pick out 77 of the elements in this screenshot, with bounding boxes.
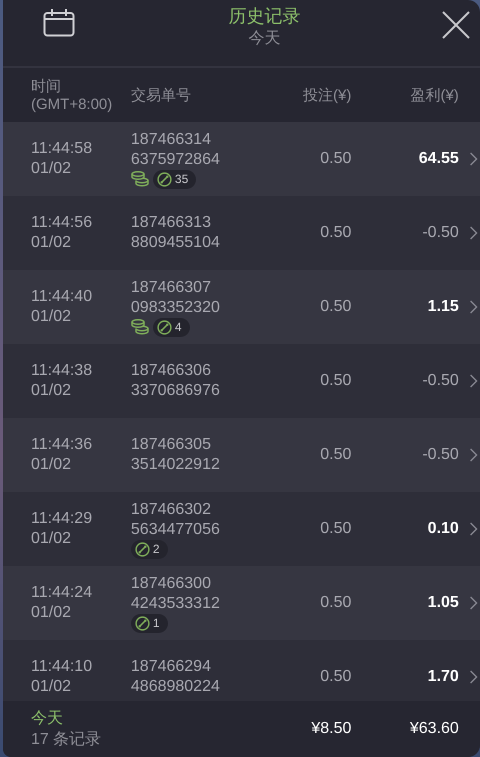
total-profit: ¥63.60	[408, 720, 459, 738]
column-header: 投注(¥)	[302, 86, 352, 104]
order-number: 187466294	[130, 657, 212, 677]
history-row[interactable]: 11:44:56 01/02 187466313 8809455104 0.50 -0.50	[3, 196, 480, 270]
column-header: (GMT+8:00)	[31, 96, 114, 113]
multiplier-badge: 35	[152, 170, 196, 188]
close-icon[interactable]	[442, 11, 470, 39]
dial-icon	[134, 616, 150, 630]
date-text: 01/02	[31, 233, 72, 253]
date-text: 01/02	[31, 529, 72, 549]
order-number: 4868980224	[130, 677, 221, 697]
date-text: 01/02	[31, 307, 72, 327]
order-number: 187466300	[130, 574, 212, 594]
bet-amount: 0.50	[319, 372, 352, 390]
date-text: 01/02	[31, 455, 72, 475]
profit-amount: 0.10	[426, 520, 459, 538]
history-row[interactable]: 11:44:58 01/02 187466314 6375972864 35 0.50 64.55	[3, 122, 480, 196]
bet-amount: 0.50	[319, 150, 352, 168]
profit-amount: 1.70	[426, 668, 459, 686]
time-text: 11:44:29	[31, 509, 94, 529]
date-text: 01/02	[31, 603, 72, 623]
period-label: 今天	[31, 709, 64, 729]
profit-amount: -0.50	[421, 224, 459, 242]
order-number: 187466307	[130, 278, 212, 298]
column-header: 时间	[31, 77, 62, 96]
order-number: 4243533312	[130, 594, 221, 614]
order-number: 3514022912	[130, 455, 221, 475]
record-count: 17 条记录	[31, 730, 102, 750]
profit-amount: 64.55	[418, 150, 459, 168]
date-text: 01/02	[31, 677, 72, 697]
history-row[interactable]: 11:44:40 01/02 187466307 0983352320 4 0.50 1.15	[3, 270, 480, 344]
history-row[interactable]: 11:44:36 01/02 187466305 3514022912 0.50 -0.50	[3, 418, 480, 492]
multiplier-badge: 1	[130, 614, 168, 632]
bet-amount: 0.50	[319, 446, 352, 464]
order-number: 8809455104	[130, 233, 221, 253]
time-text: 11:44:10	[31, 657, 94, 677]
order-number: 5634477056	[130, 520, 221, 540]
history-row[interactable]: 11:44:38 01/02 187466306 3370686976 0.50 -0.50	[3, 344, 480, 418]
bet-amount: 0.50	[319, 668, 352, 686]
order-number: 3370686976	[130, 381, 221, 401]
order-number: 0983352320	[130, 298, 221, 318]
dial-icon	[156, 320, 172, 334]
time-text: 11:44:38	[31, 361, 94, 381]
order-number: 187466302	[130, 500, 212, 520]
bet-amount: 0.50	[319, 298, 352, 316]
history-row[interactable]: 11:44:10 01/02 187466294 4868980224 0.50 1.70	[3, 640, 480, 701]
dial-icon	[134, 542, 150, 556]
bet-amount: 0.50	[319, 224, 352, 242]
date-filter-label: 今天	[248, 28, 280, 48]
bet-amount: 0.50	[319, 594, 352, 612]
window-title: 历史记录	[228, 4, 300, 28]
column-header: 交易单号	[130, 86, 192, 104]
order-number: 6375972864	[130, 150, 221, 170]
order-number: 187466313	[130, 213, 212, 233]
time-text: 11:44:24	[31, 583, 94, 603]
history-row[interactable]: 11:44:29 01/02 187466302 5634477056 2 0.50 0.10	[3, 492, 480, 566]
profit-amount: 1.15	[426, 298, 459, 316]
time-text: 11:44:58	[31, 139, 94, 159]
profit-amount: -0.50	[421, 372, 459, 390]
time-text: 11:44:56	[31, 213, 94, 233]
order-number: 187466314	[130, 130, 212, 150]
profit-amount: 1.05	[426, 594, 459, 612]
multiplier-badge: 4	[152, 318, 190, 336]
date-text: 01/02	[31, 159, 72, 179]
history-row[interactable]: 11:44:24 01/02 187466300 4243533312 1 0.50 1.05	[3, 566, 480, 640]
multiplier-badge: 2	[130, 540, 168, 558]
order-number: 187466305	[130, 435, 212, 455]
dial-icon	[156, 172, 172, 186]
time-text: 11:44:40	[31, 287, 94, 307]
profit-amount: -0.50	[421, 446, 459, 464]
bet-amount: 0.50	[319, 520, 352, 538]
time-text: 11:44:36	[31, 435, 94, 455]
date-text: 01/02	[31, 381, 72, 401]
order-number: 187466306	[130, 361, 212, 381]
calendar-icon[interactable]	[43, 9, 75, 37]
total-bet: ¥8.50	[310, 720, 352, 738]
column-header: 盈利(¥)	[409, 86, 459, 104]
